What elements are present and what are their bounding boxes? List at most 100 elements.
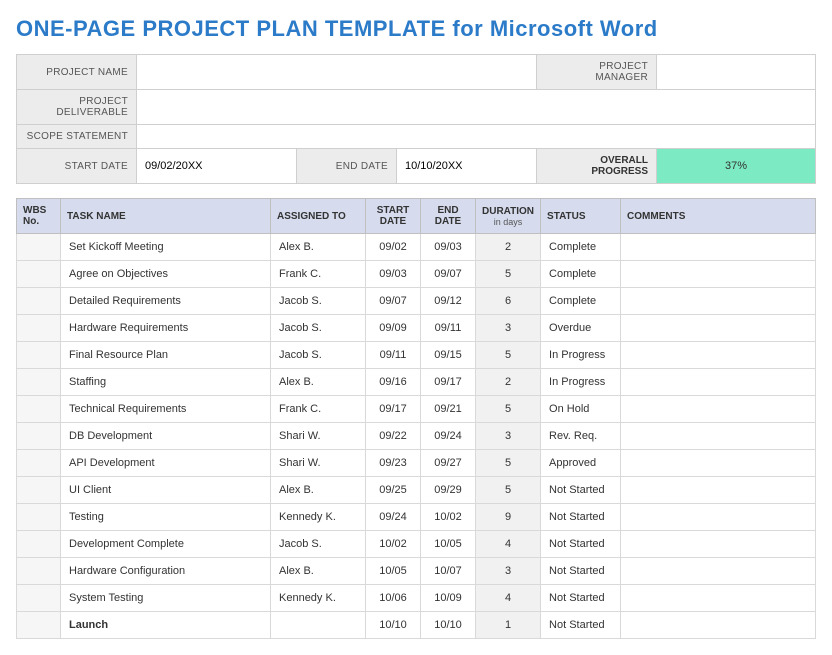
cell-task[interactable]: DB Development (61, 423, 271, 450)
cell-comments[interactable] (621, 585, 816, 612)
cell-task[interactable]: Detailed Requirements (61, 288, 271, 315)
cell-comments[interactable] (621, 423, 816, 450)
cell-status[interactable]: Overdue (541, 315, 621, 342)
cell-wbs[interactable] (17, 261, 61, 288)
cell-wbs[interactable] (17, 558, 61, 585)
cell-assigned[interactable]: Jacob S. (271, 531, 366, 558)
cell-end[interactable]: 09/03 (421, 234, 476, 261)
cell-start[interactable]: 10/05 (366, 558, 421, 585)
cell-duration[interactable]: 5 (476, 477, 541, 504)
cell-wbs[interactable] (17, 450, 61, 477)
cell-duration[interactable]: 5 (476, 342, 541, 369)
cell-start[interactable]: 09/24 (366, 504, 421, 531)
cell-wbs[interactable] (17, 477, 61, 504)
cell-start[interactable]: 09/07 (366, 288, 421, 315)
cell-wbs[interactable] (17, 531, 61, 558)
cell-status[interactable]: Not Started (541, 504, 621, 531)
cell-wbs[interactable] (17, 396, 61, 423)
value-project-deliverable[interactable] (137, 90, 816, 125)
cell-end[interactable]: 09/12 (421, 288, 476, 315)
cell-end[interactable]: 09/29 (421, 477, 476, 504)
cell-task[interactable]: Launch (61, 612, 271, 639)
cell-wbs[interactable] (17, 585, 61, 612)
cell-assigned[interactable]: Alex B. (271, 558, 366, 585)
cell-comments[interactable] (621, 612, 816, 639)
cell-duration[interactable]: 2 (476, 234, 541, 261)
value-end-date[interactable]: 10/10/20XX (397, 149, 537, 184)
cell-start[interactable]: 09/22 (366, 423, 421, 450)
cell-status[interactable]: Approved (541, 450, 621, 477)
cell-assigned[interactable]: Alex B. (271, 477, 366, 504)
cell-start[interactable]: 09/03 (366, 261, 421, 288)
cell-assigned[interactable]: Jacob S. (271, 342, 366, 369)
cell-status[interactable]: On Hold (541, 396, 621, 423)
value-project-manager[interactable] (657, 55, 816, 90)
value-scope-statement[interactable] (137, 125, 816, 149)
cell-assigned[interactable]: Frank C. (271, 261, 366, 288)
cell-assigned[interactable]: Shari W. (271, 450, 366, 477)
cell-comments[interactable] (621, 504, 816, 531)
cell-assigned[interactable]: Kennedy K. (271, 504, 366, 531)
cell-assigned[interactable]: Shari W. (271, 423, 366, 450)
cell-end[interactable]: 09/11 (421, 315, 476, 342)
cell-start[interactable]: 09/23 (366, 450, 421, 477)
cell-end[interactable]: 09/24 (421, 423, 476, 450)
cell-start[interactable]: 10/02 (366, 531, 421, 558)
cell-duration[interactable]: 4 (476, 531, 541, 558)
cell-start[interactable]: 09/02 (366, 234, 421, 261)
cell-assigned[interactable]: Kennedy K. (271, 585, 366, 612)
cell-duration[interactable]: 5 (476, 396, 541, 423)
cell-task[interactable]: Staffing (61, 369, 271, 396)
cell-end[interactable]: 10/05 (421, 531, 476, 558)
cell-comments[interactable] (621, 369, 816, 396)
cell-comments[interactable] (621, 558, 816, 585)
cell-end[interactable]: 10/10 (421, 612, 476, 639)
cell-comments[interactable] (621, 477, 816, 504)
cell-status[interactable]: Complete (541, 261, 621, 288)
cell-end[interactable]: 10/09 (421, 585, 476, 612)
cell-status[interactable]: In Progress (541, 342, 621, 369)
cell-status[interactable]: Not Started (541, 531, 621, 558)
cell-end[interactable]: 09/21 (421, 396, 476, 423)
cell-comments[interactable] (621, 261, 816, 288)
cell-duration[interactable]: 6 (476, 288, 541, 315)
value-project-name[interactable] (137, 55, 537, 90)
cell-task[interactable]: Agree on Objectives (61, 261, 271, 288)
cell-comments[interactable] (621, 288, 816, 315)
cell-start[interactable]: 10/10 (366, 612, 421, 639)
cell-comments[interactable] (621, 450, 816, 477)
cell-status[interactable]: Not Started (541, 477, 621, 504)
cell-status[interactable]: Not Started (541, 612, 621, 639)
cell-assigned[interactable]: Frank C. (271, 396, 366, 423)
cell-assigned[interactable]: Jacob S. (271, 315, 366, 342)
cell-wbs[interactable] (17, 234, 61, 261)
cell-assigned[interactable]: Alex B. (271, 369, 366, 396)
cell-end[interactable]: 10/02 (421, 504, 476, 531)
cell-comments[interactable] (621, 531, 816, 558)
cell-start[interactable]: 09/17 (366, 396, 421, 423)
cell-task[interactable]: Technical Requirements (61, 396, 271, 423)
cell-end[interactable]: 09/07 (421, 261, 476, 288)
cell-assigned[interactable] (271, 612, 366, 639)
cell-start[interactable]: 09/25 (366, 477, 421, 504)
cell-start[interactable]: 09/09 (366, 315, 421, 342)
cell-end[interactable]: 09/15 (421, 342, 476, 369)
cell-wbs[interactable] (17, 504, 61, 531)
cell-start[interactable]: 09/11 (366, 342, 421, 369)
cell-duration[interactable]: 5 (476, 261, 541, 288)
cell-task[interactable]: Development Complete (61, 531, 271, 558)
cell-duration[interactable]: 4 (476, 585, 541, 612)
cell-duration[interactable]: 3 (476, 315, 541, 342)
cell-status[interactable]: Complete (541, 288, 621, 315)
cell-duration[interactable]: 9 (476, 504, 541, 531)
cell-start[interactable]: 09/16 (366, 369, 421, 396)
cell-task[interactable]: UI Client (61, 477, 271, 504)
cell-comments[interactable] (621, 396, 816, 423)
cell-task[interactable]: API Development (61, 450, 271, 477)
cell-task[interactable]: System Testing (61, 585, 271, 612)
cell-comments[interactable] (621, 234, 816, 261)
cell-task[interactable]: Hardware Requirements (61, 315, 271, 342)
cell-wbs[interactable] (17, 342, 61, 369)
cell-wbs[interactable] (17, 423, 61, 450)
cell-assigned[interactable]: Alex B. (271, 234, 366, 261)
